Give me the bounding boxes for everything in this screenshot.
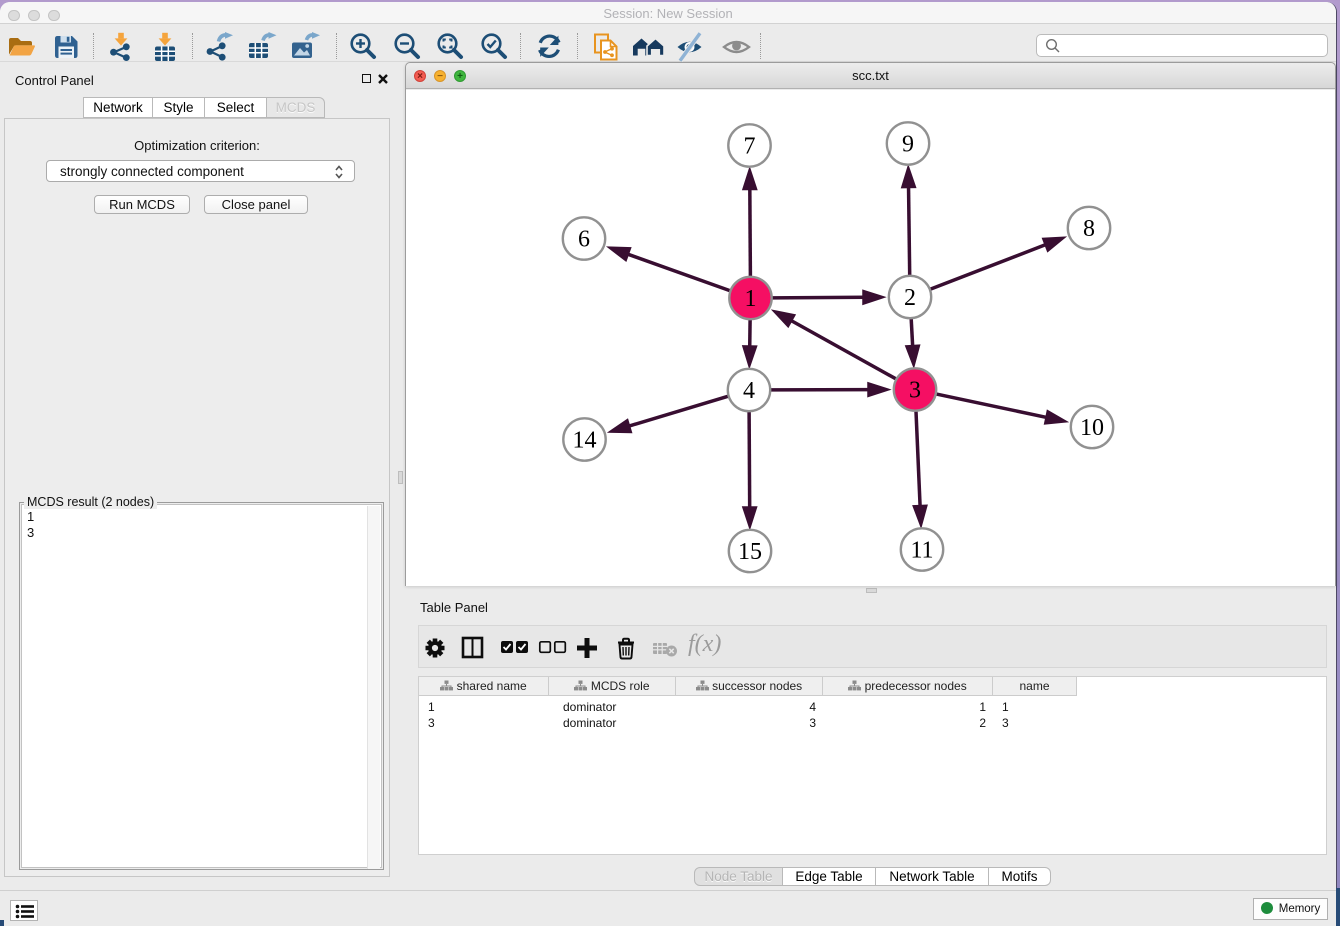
svg-text:3: 3 (909, 378, 921, 404)
svg-text:10: 10 (1080, 415, 1104, 441)
svg-text:2: 2 (904, 285, 916, 311)
svg-text:6: 6 (578, 227, 590, 253)
svg-text:8: 8 (1083, 216, 1095, 242)
svg-text:4: 4 (743, 378, 755, 404)
svg-text:1: 1 (745, 286, 757, 312)
svg-text:11: 11 (910, 538, 933, 564)
svg-text:9: 9 (902, 132, 914, 158)
svg-text:15: 15 (738, 539, 762, 565)
svg-text:7: 7 (744, 134, 756, 160)
svg-text:14: 14 (573, 428, 597, 454)
